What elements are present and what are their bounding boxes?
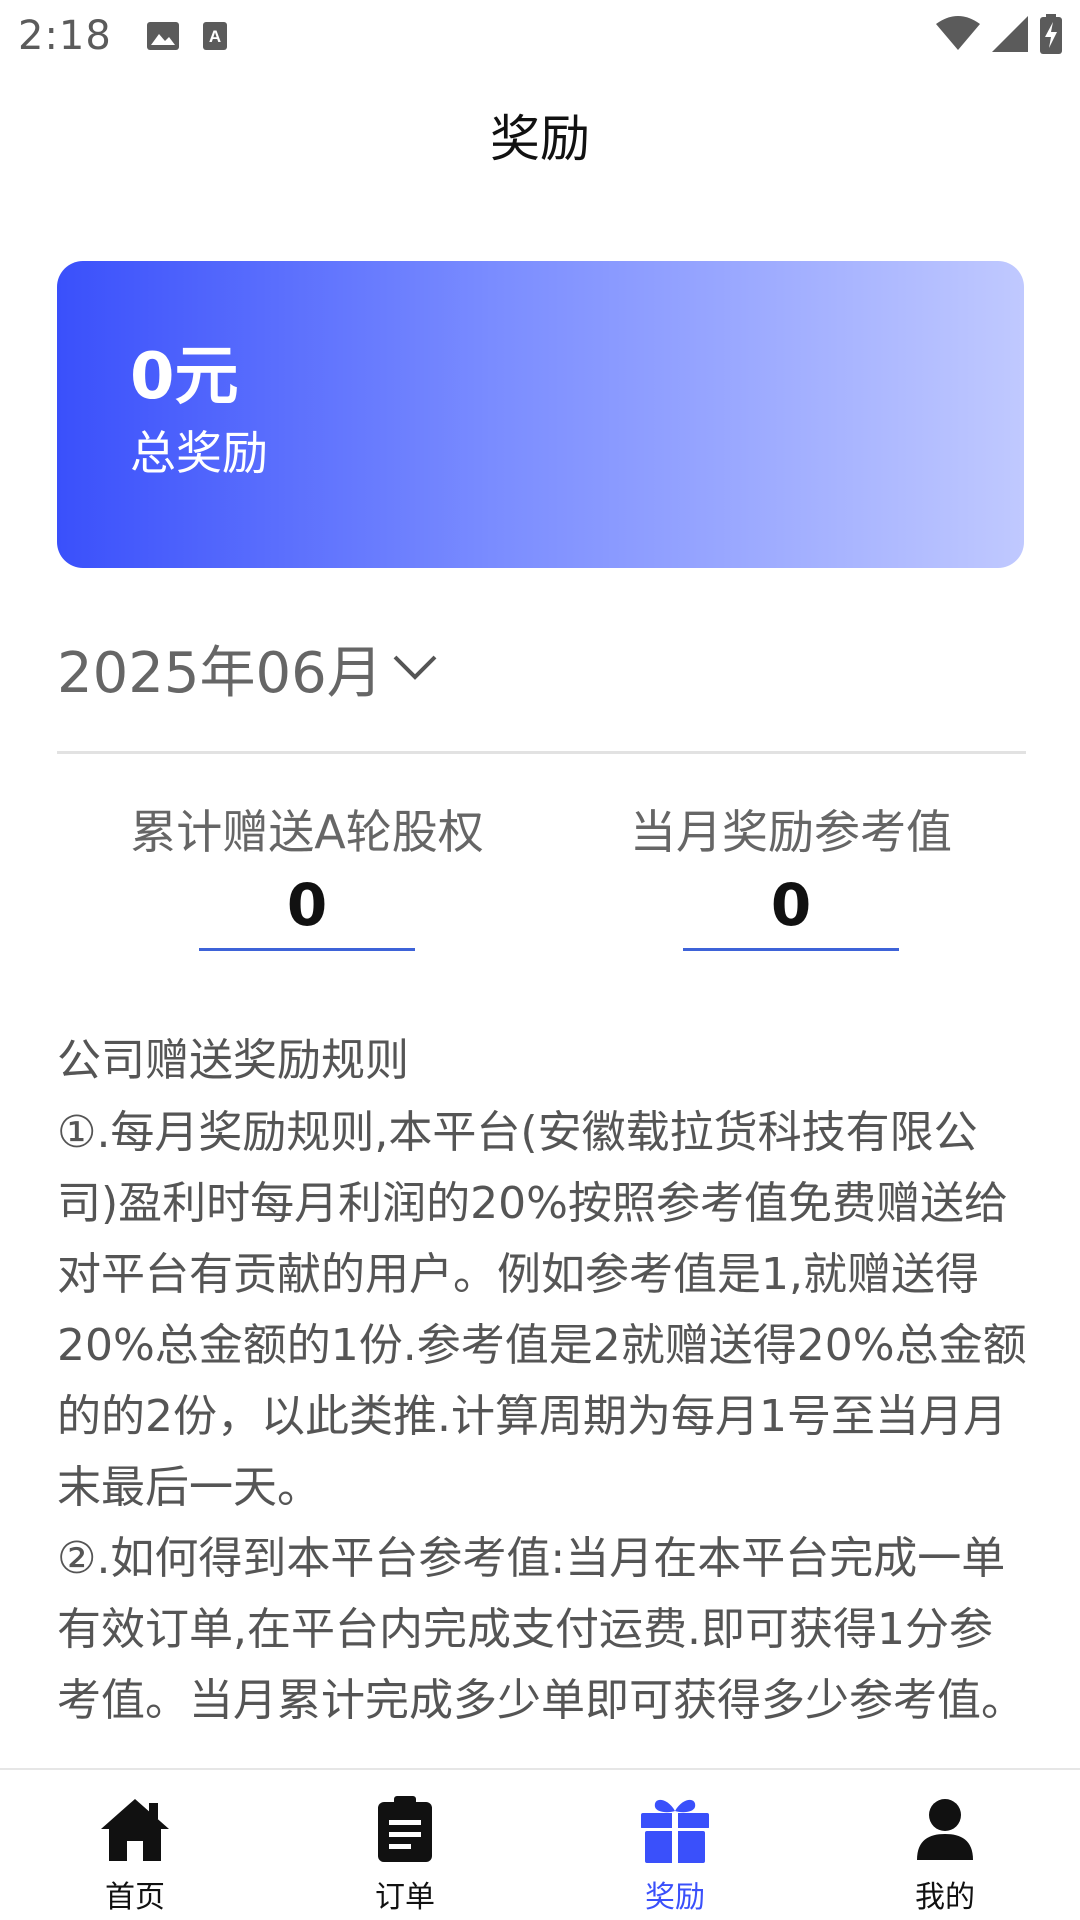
nav-item-rewards[interactable]: 奖励 [540, 1770, 810, 1920]
nav-item-mine[interactable]: 我的 [810, 1770, 1080, 1920]
user-icon [907, 1792, 983, 1868]
wifi-icon [936, 16, 980, 56]
total-reward-label: 总奖励 [130, 426, 268, 480]
bottom-nav: 首页 订单 奖励 我的 [0, 1768, 1080, 1920]
total-reward-card: 0元 总奖励 [57, 261, 1024, 568]
stat-underline [683, 948, 899, 951]
home-icon [97, 1792, 173, 1868]
stat-value: 0 [770, 871, 812, 939]
reward-rules: 公司赠送奖励规则 ①.每月奖励规则,本平台(安徽载拉货科技有限公司)盈利时每月利… [57, 1025, 1027, 1765]
status-bar: 2:18 A [0, 0, 1080, 72]
stat-label: 累计赠送A轮股权 [130, 805, 484, 859]
rule-item-1: ①.每月奖励规则,本平台(安徽载拉货科技有限公司)盈利时每月利润的20%按照参考… [57, 1107, 1027, 1513]
image-notification-icon [146, 21, 180, 51]
status-time: 2:18 [18, 13, 112, 59]
svg-text:A: A [209, 27, 221, 46]
stat-monthly-reference-value: 当月奖励参考值 0 [591, 800, 991, 951]
order-clipboard-icon [367, 1792, 443, 1868]
rules-title: 公司赠送奖励规则 [57, 1035, 409, 1086]
rule-item-2: ②.如何得到本平台参考值:当月在本平台完成一单有效订单,在平台内完成支付运费.即… [57, 1533, 1025, 1726]
battery-charging-icon [1040, 14, 1062, 58]
app-header: 奖励 [0, 72, 1080, 198]
nav-label: 首页 [105, 1880, 165, 1915]
chevron-down-icon [391, 651, 439, 685]
stat-value: 0 [286, 871, 328, 939]
stat-label: 当月奖励参考值 [630, 805, 952, 859]
divider [57, 751, 1026, 754]
nav-label: 订单 [375, 1880, 435, 1915]
month-selector[interactable]: 2025年06月 [57, 628, 439, 708]
month-selector-value: 2025年06月 [57, 640, 383, 706]
text-notification-icon: A [202, 21, 228, 51]
stat-underline [199, 948, 415, 951]
nav-label: 奖励 [645, 1880, 705, 1915]
total-reward-amount: 0元 [130, 340, 239, 414]
page-title: 奖励 [490, 110, 590, 168]
nav-item-orders[interactable]: 订单 [270, 1770, 540, 1920]
cell-signal-icon [992, 16, 1028, 56]
nav-item-home[interactable]: 首页 [0, 1770, 270, 1920]
stat-cumulative-equity: 累计赠送A轮股权 0 [107, 800, 507, 951]
gift-icon [637, 1792, 713, 1868]
nav-label: 我的 [915, 1880, 975, 1915]
